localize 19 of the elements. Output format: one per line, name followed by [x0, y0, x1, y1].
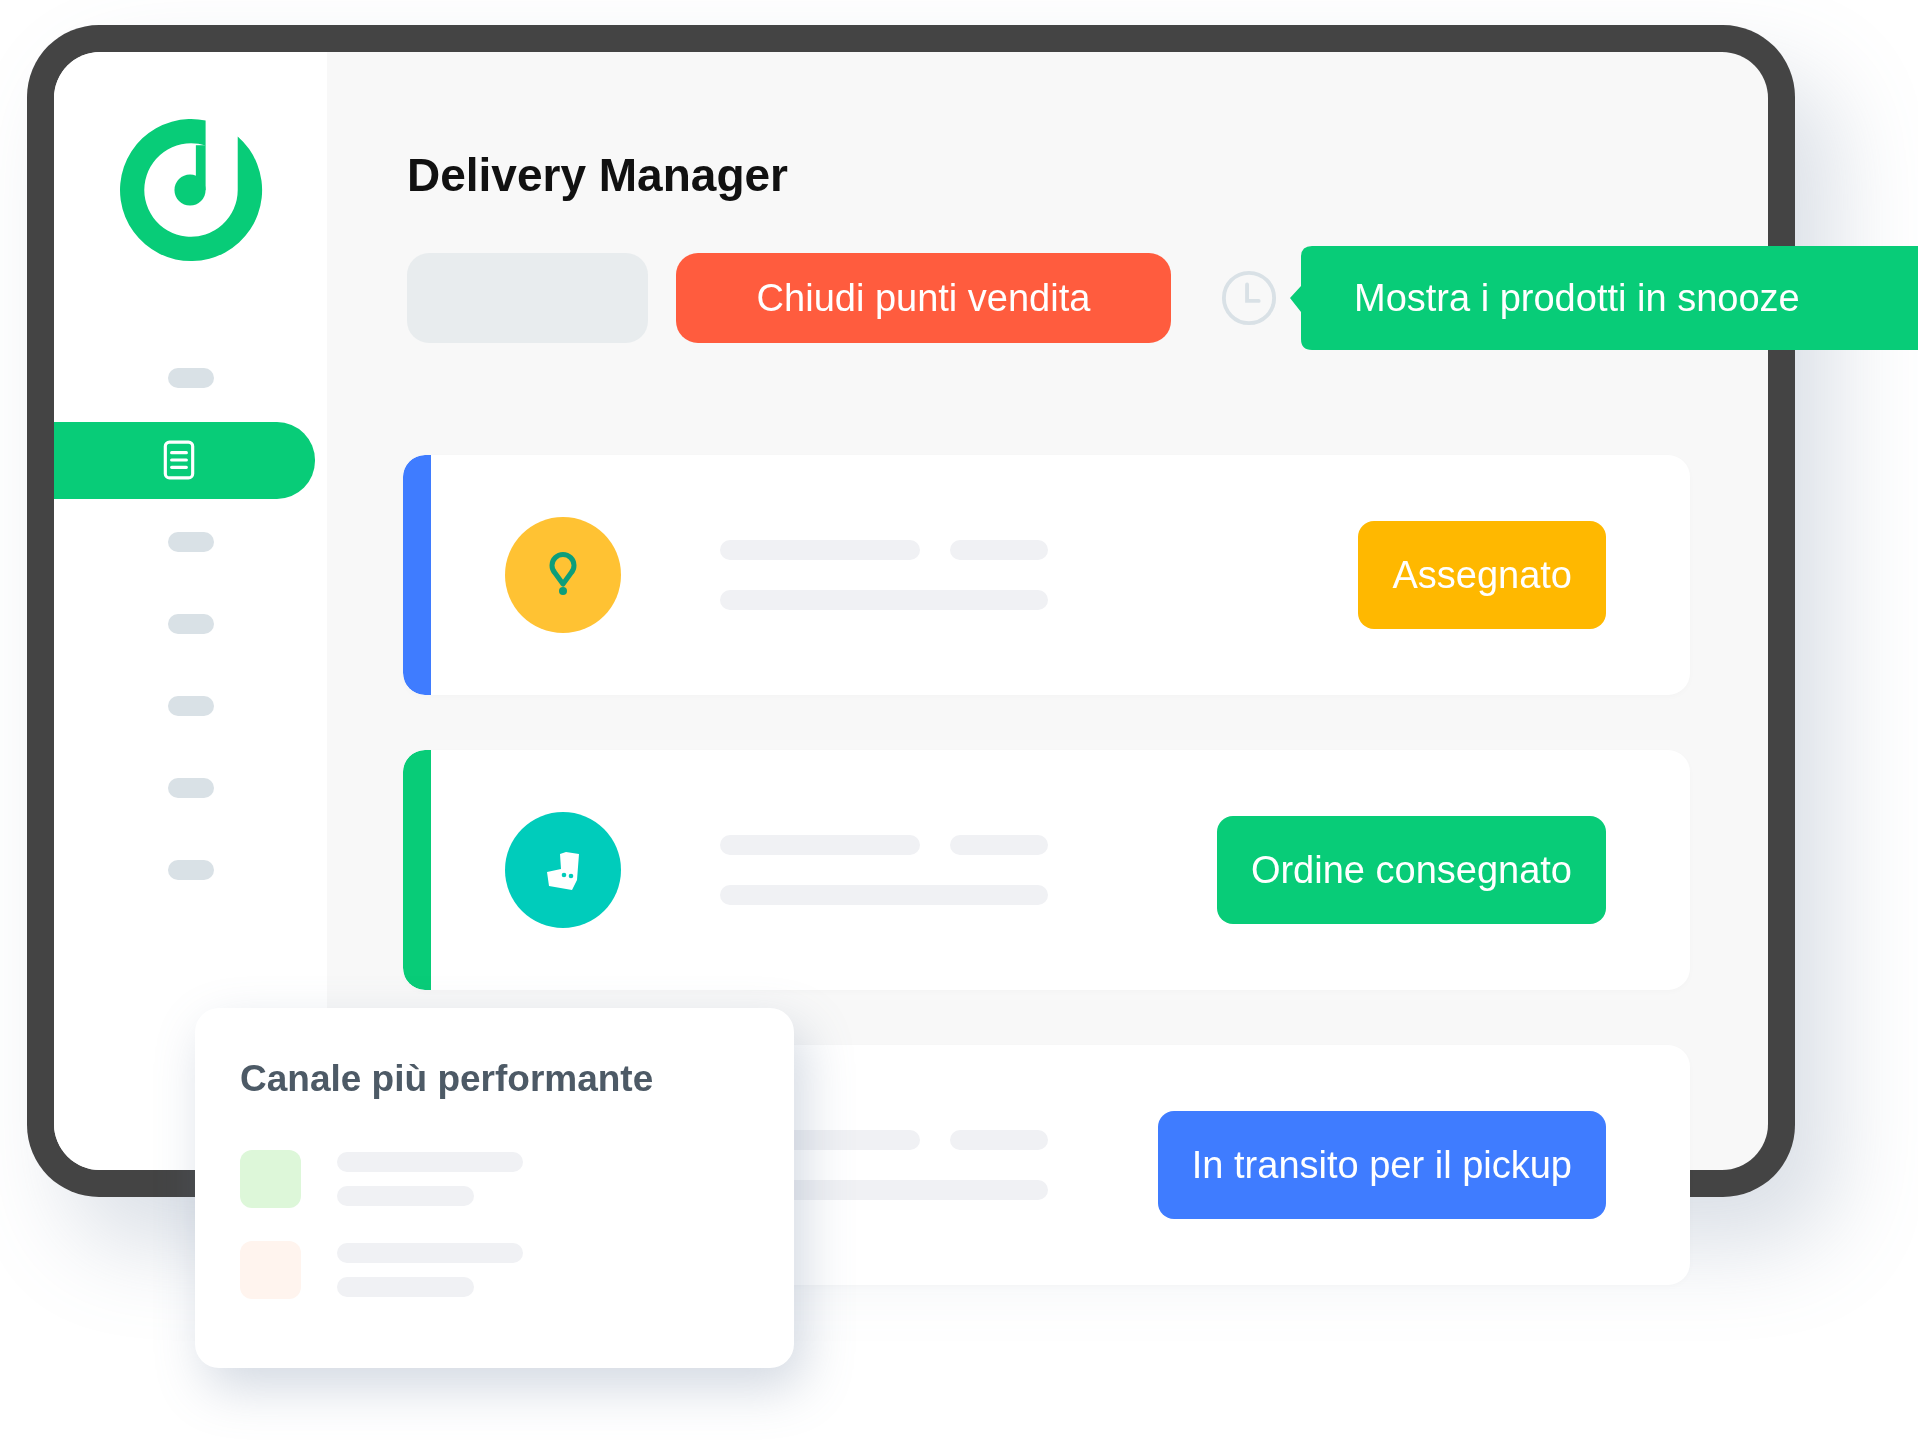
sidebar-item[interactable]	[167, 614, 214, 634]
clock-icon[interactable]	[1220, 269, 1278, 327]
sidebar-item[interactable]	[54, 421, 315, 499]
sidebar-item[interactable]	[167, 368, 214, 388]
card-title: Canale più performante	[240, 1058, 655, 1100]
document-icon	[162, 440, 195, 480]
sidebar-item[interactable]	[167, 778, 214, 798]
app-title: Delivery Manager	[407, 148, 789, 203]
location-pin-icon	[505, 517, 621, 633]
snooze-tooltip[interactable]: Mostra i prodotti in snooze	[1290, 246, 1918, 350]
status-badge: Ordine consegnato	[1216, 816, 1606, 924]
status-badge: In transito per il pickup	[1157, 1111, 1606, 1219]
sidebar-item[interactable]	[167, 860, 214, 880]
status-badge: Assegnato	[1358, 521, 1606, 629]
logo-icon	[117, 117, 264, 263]
sidebar-item[interactable]	[167, 696, 214, 716]
kangaroo-icon	[505, 812, 621, 928]
close-stores-button[interactable]: Chiudi punti vendita	[676, 253, 1171, 343]
sidebar-item[interactable]	[167, 532, 214, 552]
